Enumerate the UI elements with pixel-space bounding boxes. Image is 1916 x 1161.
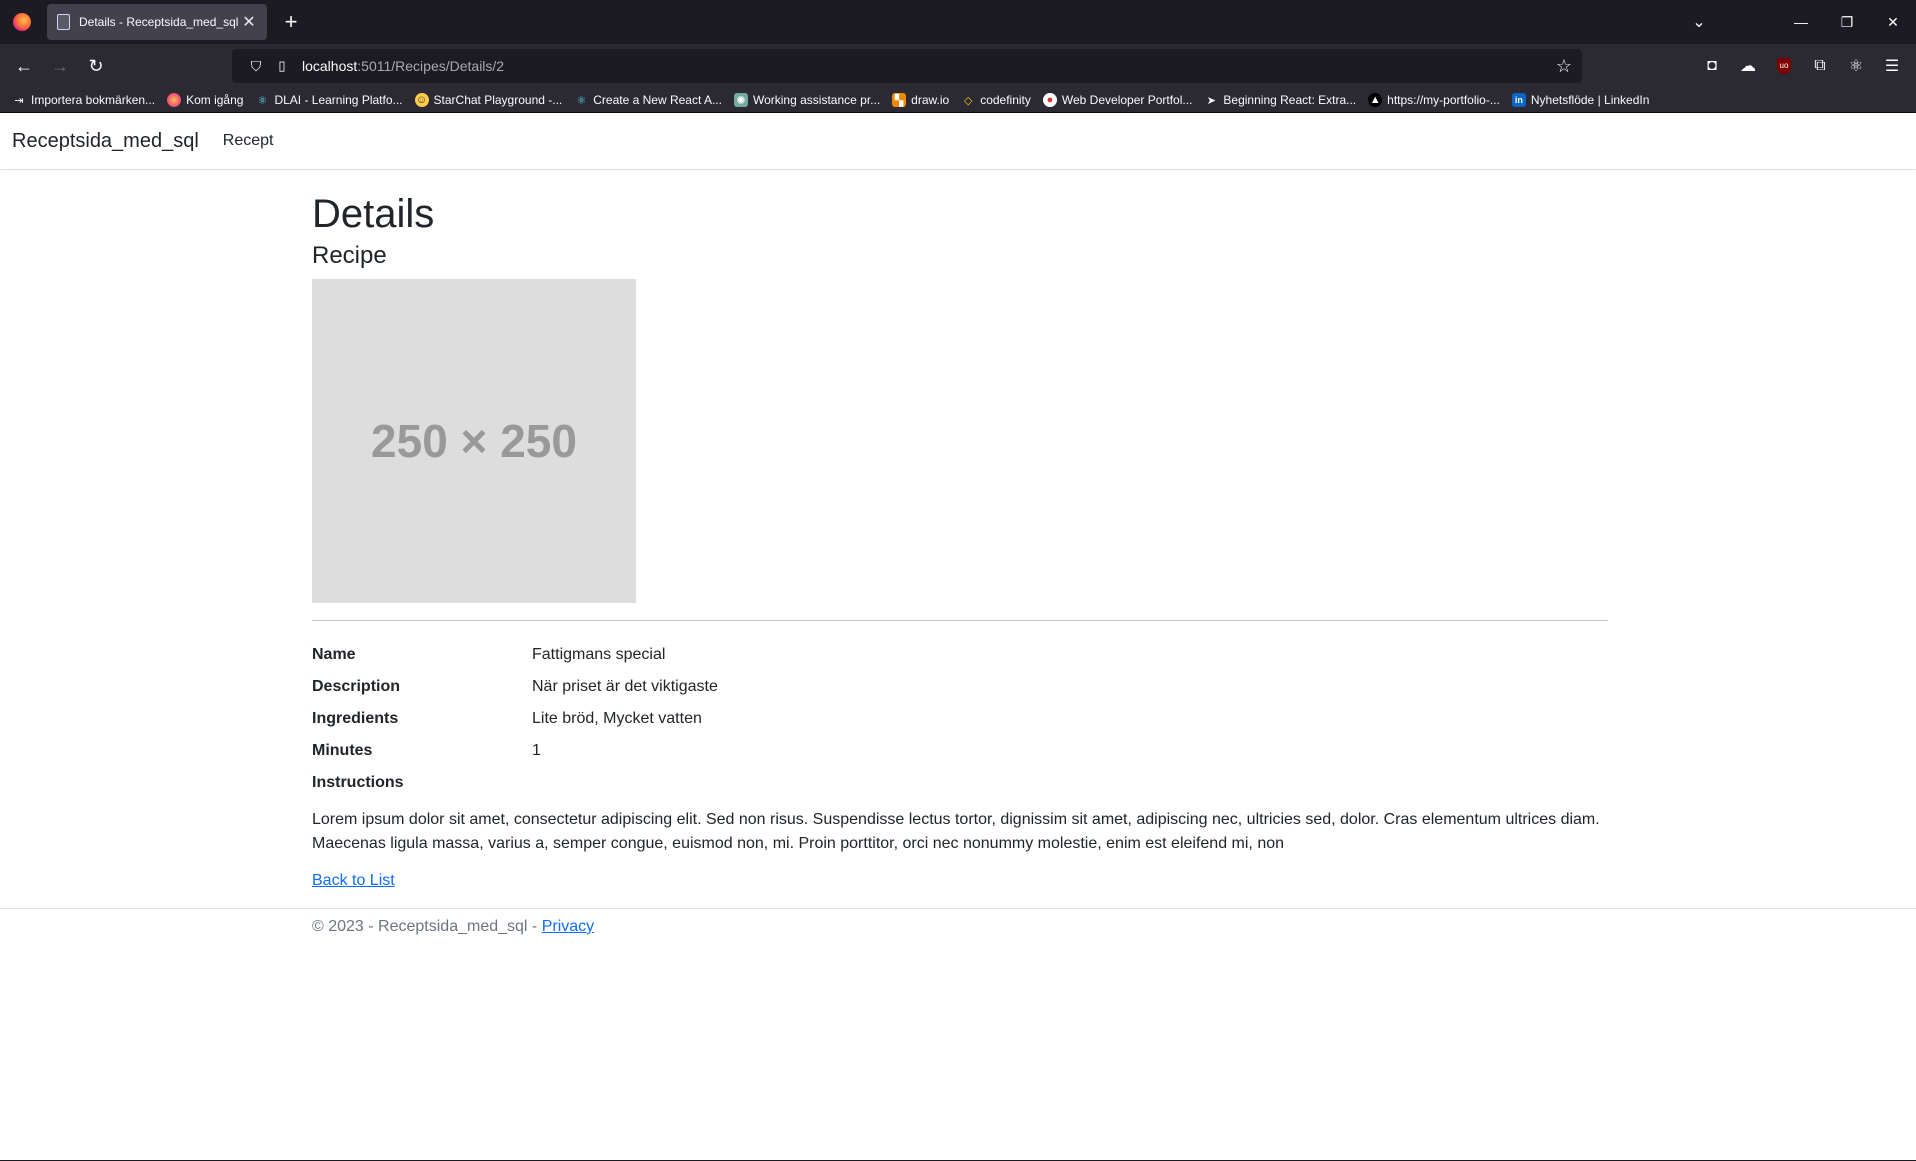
import-icon: ⇥ [14,94,24,107]
detail-row-description: Description När priset är det viktigaste [312,671,1608,703]
reload-icon[interactable]: ↻ [78,48,114,84]
detail-value: 1 [532,741,541,759]
react-devtools-icon[interactable]: ⚛ [1838,48,1874,84]
url-path: :5011/Recipes/Details/2 [357,58,505,74]
huggingface-icon: ☺ [414,93,429,107]
recipe-image-placeholder: 250 × 250 [312,278,636,603]
restore-icon[interactable]: ❐ [1824,14,1870,31]
footer-copyright: © 2023 - Receptsida_med_sql - [312,918,542,935]
site-footer: © 2023 - Receptsida_med_sql - Privacy [0,908,1916,948]
bookmark-item[interactable]: ● Web Developer Portfol... [1042,93,1193,107]
bookmark-label: codefinity [980,93,1031,107]
extensions-puzzle-icon[interactable]: ⧉ [1802,48,1838,84]
bookmark-item[interactable]: ◇ codefinity [961,93,1031,107]
drawio-icon: ▚ [892,93,907,107]
bookmark-label: DLAI - Learning Platfo... [274,93,403,107]
bookmark-label: Importera bokmärken... [31,93,156,107]
close-window-icon[interactable]: ✕ [1870,14,1916,31]
window-controls: ⌄ — ❐ ✕ [1676,0,1916,44]
bookmark-item[interactable]: ➤ Beginning React: Extra... [1204,93,1356,107]
hamburger-menu-icon[interactable]: ☰ [1874,48,1910,84]
list-all-tabs-icon[interactable]: ⌄ [1676,12,1722,32]
bookmark-item[interactable]: in Nyhetsflöde | LinkedIn [1511,93,1650,107]
divider [312,619,1608,621]
bookmark-label: Web Developer Portfol... [1061,93,1193,107]
bookmark-label: Create a New React A... [593,93,722,107]
extension-cloud-icon[interactable]: ☁ [1730,48,1766,84]
bookmark-label: Nyhetsflöde | LinkedIn [1530,93,1650,107]
bookmark-item[interactable]: ⚛ DLAI - Learning Platfo... [255,93,403,107]
placeholder-size-text: 250 × 250 [371,414,577,467]
minimize-icon[interactable]: — [1778,14,1824,30]
firefox-menu-icon[interactable] [0,0,44,44]
bookmark-item[interactable]: ⚛ Create a New React A... [574,93,722,107]
browser-tab-strip: Details - Receptsida_med_sql ✕ + ⌄ — ❐ ✕ [0,0,1916,44]
page-info-icon[interactable]: ▯ [272,58,292,74]
browser-tab-active[interactable]: Details - Receptsida_med_sql ✕ [47,4,267,40]
main-content: Details Recipe 250 × 250 Name Fattigmans… [312,190,1608,890]
nav-link-recept[interactable]: Recept [223,132,274,150]
detail-row-minutes: Minutes 1 [312,735,1608,767]
detail-label: Description [312,677,401,695]
detail-value: Lite bröd, Mycket vatten [532,709,702,727]
detail-label: Minutes [312,741,373,759]
detail-label: Instructions [312,773,404,791]
new-tab-button[interactable]: + [277,8,305,36]
bookmark-item[interactable]: ☺ StarChat Playground -... [414,93,563,107]
detail-row-instructions: Instructions [312,767,1608,799]
browser-toolbar: ← → ↻ ⛉ ▯ localhost:5011/Recipes/Details… [0,44,1916,88]
back-icon[interactable]: ← [6,48,42,84]
instructions-text: Lorem ipsum dolor sit amet, consectetur … [312,810,1600,852]
bookmark-star-icon[interactable]: ☆ [1556,56,1572,77]
bookmark-item[interactable]: ⇥ Importera bokmärken... [12,93,155,107]
bookmark-label: StarChat Playground -... [433,93,563,107]
firefox-icon [167,93,182,107]
tracking-protection-shield-icon[interactable]: ⛉ [240,58,272,75]
openai-icon: ✺ [733,93,748,107]
code-icon: ◇ [963,94,973,107]
send-icon: ➤ [1206,94,1217,107]
bookmarks-toolbar: ⇥ Importera bokmärken... Kom igång ⚛ DLAI … [0,88,1916,113]
portfolio-icon: ● [1042,93,1057,107]
recipe-details-list: Name Fattigmans special Description När … [312,639,1608,799]
site-brand-link[interactable]: Receptsida_med_sql [12,130,199,153]
detail-label: Name [312,645,356,663]
detail-value: När priset är det viktigaste [532,677,718,695]
ublock-origin-icon[interactable]: uo [1766,48,1802,84]
react-icon: ⚛ [576,94,587,107]
bookmark-label: draw.io [911,93,950,107]
bookmark-item[interactable]: ▲ https://my-portfolio-... [1368,93,1500,107]
page-title: Details [312,192,435,236]
bookmark-label: https://my-portfolio-... [1387,93,1500,107]
url-host: localhost [302,58,358,74]
bookmark-label: Working assistance pr... [752,93,881,107]
site-navbar: Receptsida_med_sql Recept [0,113,1916,170]
section-subtitle: Recipe [312,242,387,269]
react-icon: ⚛ [257,94,268,107]
forward-icon[interactable]: → [42,48,78,84]
page-icon [57,14,70,30]
address-bar[interactable]: ⛉ ▯ localhost:5011/Recipes/Details/2 ☆ [232,49,1582,83]
bookmark-label: Beginning React: Extra... [1223,93,1357,107]
vercel-icon: ▲ [1368,93,1383,107]
detail-row-ingredients: Ingredients Lite bröd, Mycket vatten [312,703,1608,735]
bookmark-item[interactable]: Kom igång [167,93,243,107]
bookmark-label: Kom igång [186,93,244,107]
toolbar-extensions: ◘ ☁ uo ⧉ ⚛ ☰ [1694,48,1910,84]
detail-value: Fattigmans special [532,645,666,663]
pocket-icon[interactable]: ◘ [1694,48,1730,84]
close-tab-icon[interactable]: ✕ [241,12,257,32]
privacy-link[interactable]: Privacy [542,918,594,935]
linkedin-icon: in [1511,93,1526,107]
detail-row-name: Name Fattigmans special [312,639,1608,671]
tab-title: Details - Receptsida_med_sql [79,15,239,29]
back-to-list-link[interactable]: Back to List [312,872,395,890]
bookmark-item[interactable]: ✺ Working assistance pr... [733,93,881,107]
detail-label: Ingredients [312,709,399,727]
bookmark-item[interactable]: ▚ draw.io [892,93,949,107]
